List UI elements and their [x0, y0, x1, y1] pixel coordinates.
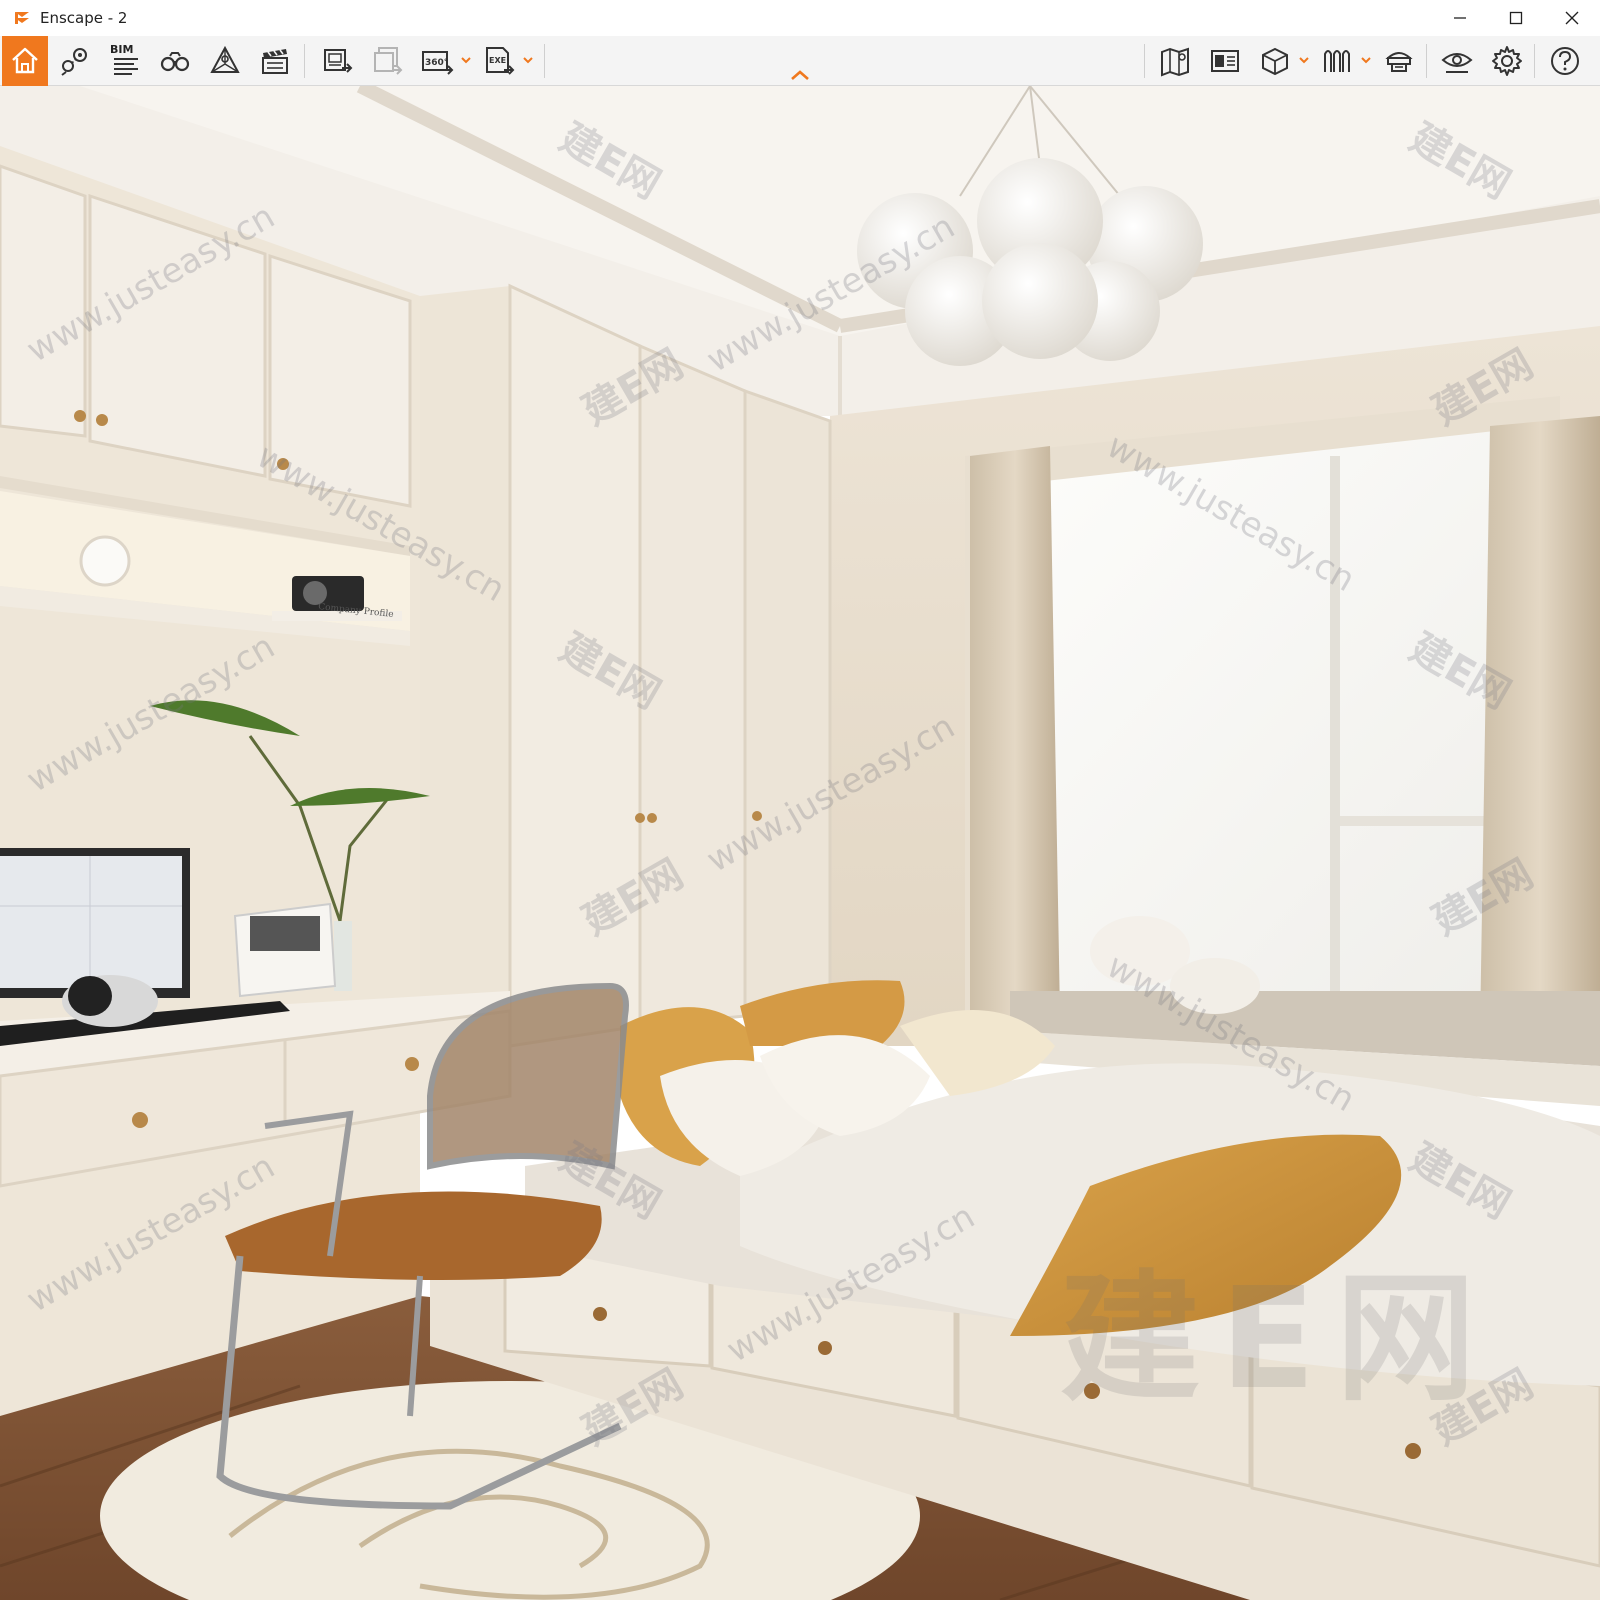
- visual-settings-button[interactable]: [1376, 36, 1422, 86]
- cube-button[interactable]: [1252, 36, 1298, 86]
- toolbar-separator: [1534, 44, 1535, 78]
- upper-cabinet-door: [0, 164, 87, 438]
- exe-label: EXE: [489, 56, 506, 65]
- map-icon: [1161, 47, 1189, 77]
- toolbar-separator: [544, 44, 545, 78]
- toolbar-separator: [1144, 44, 1145, 78]
- asset-library-button[interactable]: [202, 36, 248, 86]
- home-icon: [12, 47, 38, 74]
- screenshot-export-icon: [324, 49, 353, 73]
- gear-icon: [1492, 46, 1522, 76]
- close-icon: [1565, 11, 1579, 25]
- wardrobe-door: [638, 343, 747, 1028]
- close-button[interactable]: [1544, 0, 1600, 36]
- minimize-icon: [1454, 17, 1466, 19]
- batch-render-icon: [374, 47, 403, 75]
- bedroom-scene: [0, 86, 1600, 1600]
- chevron-down-icon[interactable]: [522, 54, 534, 66]
- maximize-icon: [1509, 11, 1523, 25]
- window-title: Enscape - 2: [40, 9, 128, 27]
- visual-settings-icon: [1385, 52, 1413, 72]
- wardrobe-door: [508, 283, 642, 1048]
- settings-button[interactable]: [1484, 36, 1530, 86]
- enscape-window: Enscape - 2 360° EXE BIM www.justeasy.cn…: [0, 0, 1600, 1600]
- window-controls: [1432, 0, 1600, 36]
- home-button[interactable]: [2, 36, 48, 86]
- bim-label: BIM: [110, 43, 134, 56]
- chevron-down-icon[interactable]: [1360, 54, 1372, 66]
- glass-vase: [334, 921, 352, 991]
- batch-render-button[interactable]: [364, 36, 410, 86]
- view-settings-button[interactable]: [1434, 36, 1480, 86]
- clapperboard-icon: [262, 49, 288, 74]
- map-button[interactable]: [1152, 36, 1198, 86]
- left-curtain: [970, 446, 1060, 1026]
- screenshot-export-button[interactable]: [314, 36, 360, 86]
- material-editor-button[interactable]: [1202, 36, 1248, 86]
- exe-export-icon: EXE: [486, 47, 515, 75]
- chevron-down-icon[interactable]: [1298, 54, 1310, 66]
- vr-button[interactable]: [1314, 36, 1360, 86]
- eye-icon: [1441, 53, 1473, 73]
- toolbar-separator: [304, 44, 305, 78]
- location-pin-icon: [61, 48, 87, 76]
- asset-library-icon: [210, 45, 240, 73]
- views-button[interactable]: [52, 36, 98, 86]
- render-viewport[interactable]: www.justeasy.cn www.justeasy.cn www.just…: [0, 86, 1600, 1600]
- wardrobe-side: [420, 286, 510, 1076]
- desk-clock: [79, 535, 131, 587]
- chevron-up-icon: [791, 70, 809, 80]
- chevron-down-icon[interactable]: [460, 54, 472, 66]
- binoculars-icon: [160, 52, 190, 72]
- enscape-logo-icon: [15, 12, 29, 24]
- cube-icon: [1262, 47, 1288, 76]
- panorama-360-icon: 360°: [422, 51, 454, 75]
- upper-cabinet-door: [268, 253, 412, 508]
- panorama-export-button[interactable]: 360°: [414, 36, 460, 86]
- exe-export-button[interactable]: EXE: [476, 36, 522, 86]
- minimize-button[interactable]: [1432, 0, 1488, 36]
- video-editor-button[interactable]: [252, 36, 298, 86]
- toolbar-separator: [1426, 44, 1427, 78]
- help-button[interactable]: [1542, 36, 1588, 86]
- walk-mode-button[interactable]: [152, 36, 198, 86]
- title-bar[interactable]: Enscape - 2: [0, 0, 1600, 36]
- vr-headset-icon: [1324, 50, 1350, 72]
- collapse-toolbar-button[interactable]: [786, 66, 814, 84]
- window-glass: [1000, 426, 1540, 1006]
- wardrobe-door: [743, 388, 832, 1018]
- panorama-label: 360°: [425, 58, 448, 68]
- material-editor-icon: [1211, 50, 1239, 72]
- right-curtain: [1480, 416, 1600, 1031]
- help-icon: [1551, 47, 1579, 75]
- maximize-button[interactable]: [1488, 0, 1544, 36]
